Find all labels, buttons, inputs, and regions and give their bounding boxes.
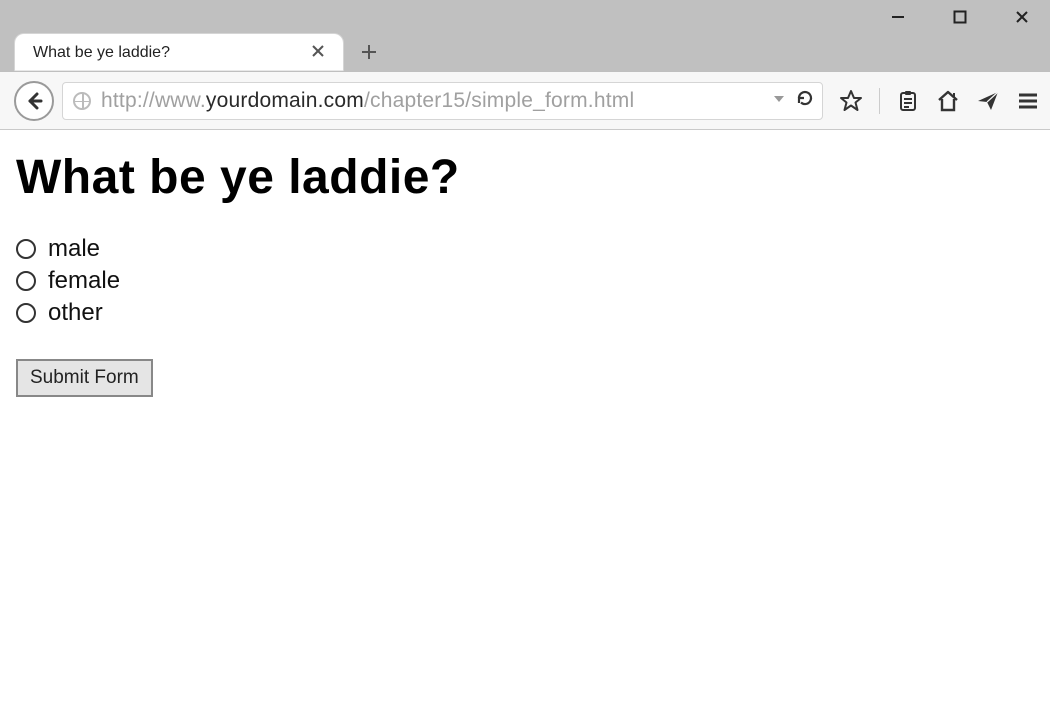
maximize-icon — [953, 10, 967, 24]
submit-button[interactable]: Submit Form — [16, 359, 153, 397]
star-icon — [839, 89, 863, 113]
close-icon — [311, 44, 325, 58]
minimize-icon — [891, 10, 905, 24]
hamburger-icon — [1016, 89, 1040, 113]
radio-label: male — [48, 235, 100, 263]
url-prefix: www. — [155, 89, 206, 112]
browser-tab[interactable]: What be ye laddie? — [14, 33, 344, 71]
plus-icon — [360, 43, 378, 61]
tab-title: What be ye laddie? — [33, 44, 307, 62]
toolbar-icons — [831, 88, 1040, 114]
url-domain: yourdomain.com — [206, 89, 364, 112]
clipboard-icon — [896, 89, 920, 113]
paper-plane-icon — [976, 89, 1000, 113]
minimize-button[interactable] — [876, 2, 920, 32]
back-button[interactable] — [14, 81, 54, 121]
radio-icon — [16, 271, 36, 291]
page-content: What be ye laddie? male female other Sub… — [0, 130, 1050, 417]
url-path: /chapter15/simple_form.html — [364, 89, 634, 112]
history-dropdown-button[interactable] — [772, 89, 786, 112]
radio-icon — [16, 303, 36, 323]
url-scheme: http:// — [101, 89, 155, 112]
radio-icon — [16, 239, 36, 259]
close-window-button[interactable] — [1000, 2, 1044, 32]
new-tab-button[interactable] — [352, 37, 386, 67]
tab-close-button[interactable] — [307, 41, 329, 64]
chevron-down-icon — [772, 92, 786, 106]
url-text: http://www.yourdomain.com/chapter15/simp… — [101, 89, 762, 113]
reading-list-button[interactable] — [896, 89, 920, 113]
close-icon — [1015, 10, 1029, 24]
radio-label: female — [48, 267, 120, 295]
radio-option-female[interactable]: female — [16, 267, 1034, 295]
menu-button[interactable] — [1016, 89, 1040, 113]
separator — [879, 88, 880, 114]
window-titlebar — [0, 0, 1050, 34]
address-bar[interactable]: http://www.yourdomain.com/chapter15/simp… — [62, 82, 823, 120]
reload-button[interactable] — [796, 89, 814, 113]
share-button[interactable] — [976, 89, 1000, 113]
radio-option-other[interactable]: other — [16, 299, 1034, 327]
bookmark-button[interactable] — [839, 89, 863, 113]
globe-icon — [73, 92, 91, 110]
radio-label: other — [48, 299, 103, 327]
navigation-toolbar: http://www.yourdomain.com/chapter15/simp… — [0, 72, 1050, 130]
tab-bar: What be ye laddie? — [0, 34, 1050, 72]
maximize-button[interactable] — [938, 2, 982, 32]
home-button[interactable] — [936, 89, 960, 113]
back-arrow-icon — [25, 92, 43, 110]
page-heading: What be ye laddie? — [16, 150, 1034, 205]
home-icon — [936, 89, 960, 113]
radio-option-male[interactable]: male — [16, 235, 1034, 263]
reload-icon — [796, 89, 814, 107]
